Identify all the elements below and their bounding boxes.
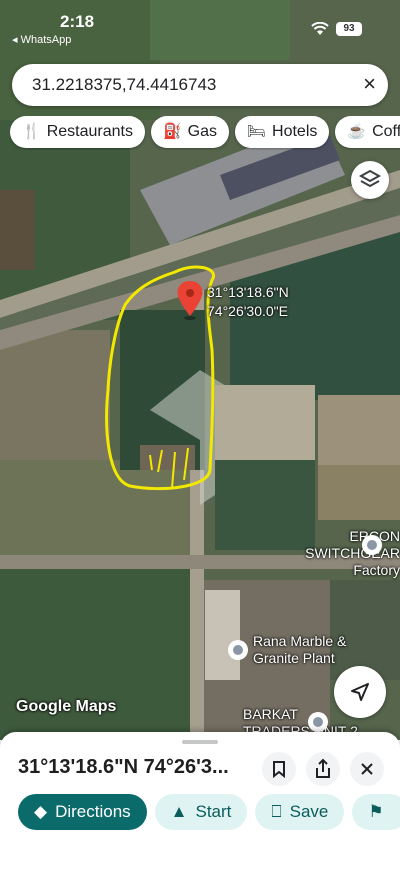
pin-coordinates-label: 31°13'18.6"N 74°26'30.0"E bbox=[207, 283, 289, 321]
close-sheet-button[interactable] bbox=[350, 752, 384, 786]
directions-icon: ◆ bbox=[34, 802, 48, 821]
wifi-icon bbox=[311, 21, 329, 39]
hotel-icon: 🛏 bbox=[246, 123, 267, 140]
google-maps-attribution: Google Maps bbox=[16, 698, 117, 715]
chip-label: Restaurants bbox=[46, 123, 133, 140]
bookmark-icon: ⎕ bbox=[271, 802, 282, 821]
flag-button[interactable]: ⚑ bbox=[352, 794, 400, 830]
action-label: Directions bbox=[55, 802, 131, 821]
chip-label: Hotels bbox=[272, 123, 318, 140]
save-button[interactable]: ⎕ Save bbox=[255, 794, 345, 830]
place-bottom-sheet[interactable]: 31°13'18.6"N 74°26'3... ◆ Directions ▲ Star… bbox=[0, 732, 400, 869]
close-icon bbox=[361, 763, 373, 775]
place-label-line: Granite Plant bbox=[253, 650, 335, 666]
place-label-line: ERCON bbox=[286, 528, 400, 545]
chip-coffee[interactable]: ☕ Coffee bbox=[335, 116, 400, 148]
bookmark-icon bbox=[273, 761, 285, 779]
save-bookmark-button[interactable] bbox=[262, 752, 296, 786]
chip-restaurants[interactable]: 🍴 Restaurants bbox=[10, 116, 145, 148]
chip-gas[interactable]: ⛽ Gas bbox=[150, 116, 229, 148]
navigation-arrow-icon: ▲ bbox=[170, 802, 188, 821]
chip-label: Gas bbox=[187, 123, 217, 140]
close-icon[interactable]: × bbox=[363, 72, 376, 96]
place-label-line: SWITCHGEAR Factory bbox=[305, 545, 400, 578]
status-bar: 2:18 ◂ WhatsApp 93 bbox=[0, 0, 400, 50]
start-button[interactable]: ▲ Start bbox=[154, 794, 248, 830]
layers-icon bbox=[358, 169, 382, 188]
pin-latitude: 31°13'18.6"N bbox=[207, 284, 289, 300]
gas-icon: ⛽ bbox=[162, 123, 182, 140]
place-marker-icon[interactable] bbox=[308, 712, 328, 732]
coffee-icon: ☕ bbox=[347, 123, 367, 140]
search-bar[interactable]: 31.2218375,74.4416743 × bbox=[12, 64, 388, 106]
share-icon bbox=[316, 758, 330, 778]
action-label: Save bbox=[289, 802, 329, 821]
flag-icon: ⚑ bbox=[368, 802, 384, 821]
category-chips: 🍴 Restaurants ⛽ Gas 🛏 Hotels ☕ Coffee bbox=[10, 116, 400, 150]
place-label-ercon[interactable]: ERCON SWITCHGEAR Factory bbox=[286, 528, 400, 579]
status-time: 2:18 bbox=[60, 12, 95, 31]
navigation-arrow-icon bbox=[351, 683, 369, 701]
map-canvas[interactable]: 31°13'18.6"N 74°26'30.0"E ERCON SWITCHGE… bbox=[0, 0, 400, 740]
directions-button[interactable]: ◆ Directions bbox=[18, 794, 147, 830]
my-location-button[interactable] bbox=[334, 666, 386, 718]
action-label: Start bbox=[195, 802, 232, 821]
layers-button[interactable] bbox=[351, 161, 389, 199]
battery-icon: 93 bbox=[336, 22, 362, 36]
place-label-line: Rana Marble & bbox=[253, 633, 347, 649]
action-buttons: ◆ Directions ▲ Start ⎕ Save ⚑ bbox=[18, 794, 400, 832]
place-marker-icon[interactable] bbox=[228, 640, 248, 660]
share-button[interactable] bbox=[306, 752, 340, 786]
place-title: 31°13'18.6"N 74°26'3... bbox=[18, 756, 229, 778]
chip-label: Coffee bbox=[372, 123, 400, 140]
pin-longitude: 74°26'30.0"E bbox=[207, 303, 288, 319]
search-input[interactable]: 31.2218375,74.4416743 bbox=[32, 75, 216, 95]
back-to-app-link[interactable]: ◂ WhatsApp bbox=[12, 33, 71, 46]
drag-handle[interactable] bbox=[182, 740, 218, 744]
place-label-rana-marble[interactable]: Rana Marble & Granite Plant bbox=[253, 633, 346, 667]
restaurant-icon: 🍴 bbox=[22, 123, 41, 140]
chip-hotels[interactable]: 🛏 Hotels bbox=[234, 116, 330, 148]
place-marker-icon[interactable] bbox=[362, 535, 382, 555]
satellite-imagery bbox=[0, 0, 400, 740]
